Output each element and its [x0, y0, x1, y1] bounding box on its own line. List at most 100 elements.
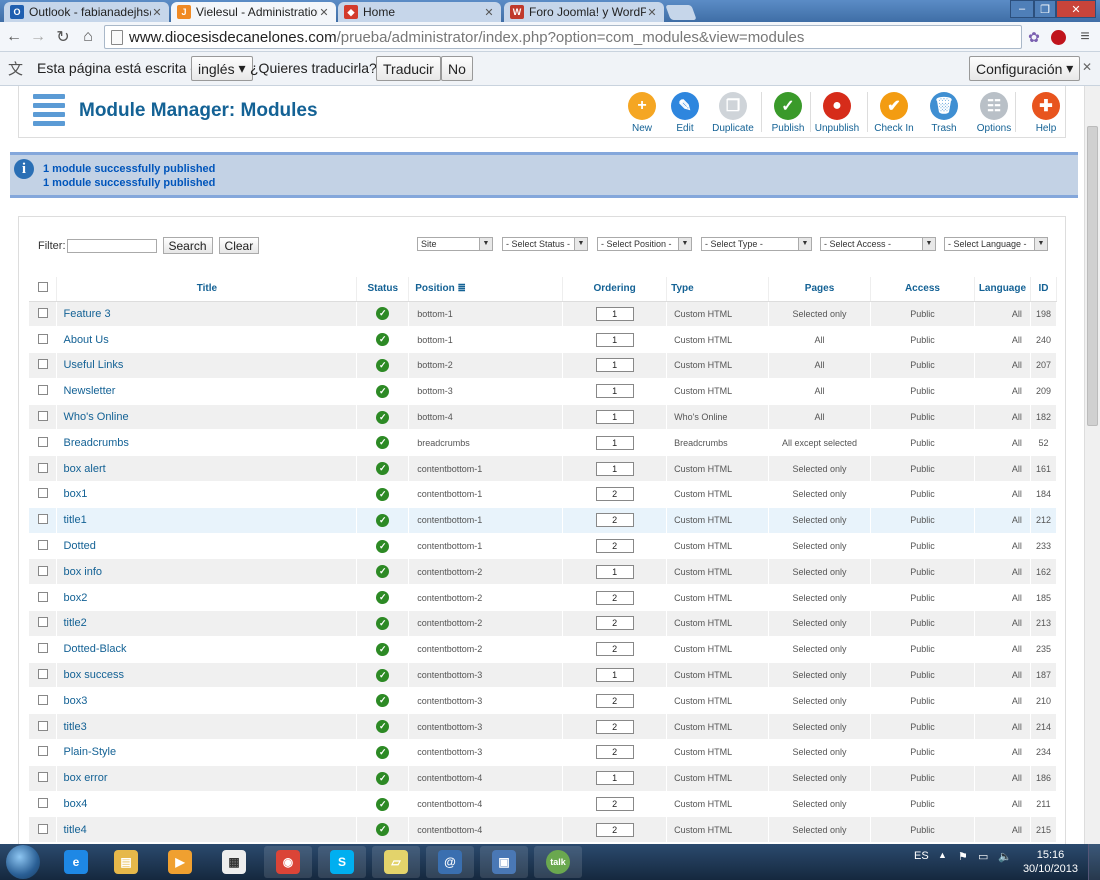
ordering-input[interactable]: 1: [595, 384, 634, 399]
module-title-link[interactable]: box alert: [56, 455, 358, 483]
status-cell[interactable]: ✓: [356, 687, 410, 715]
system-clock[interactable]: 15:16 30/10/2013: [1023, 848, 1078, 876]
network-icon[interactable]: ▭: [978, 850, 988, 863]
module-title-link[interactable]: About Us: [56, 326, 358, 354]
ordering-input[interactable]: 1: [595, 461, 634, 476]
status-cell[interactable]: ✓: [356, 662, 410, 689]
position-column-header[interactable]: Position ≣: [408, 277, 564, 302]
opera-extension-icon[interactable]: [1048, 27, 1068, 47]
forward-icon[interactable]: →: [28, 27, 48, 47]
browser-tab[interactable]: O Outlook - fabianadejhs@ ✕: [4, 2, 169, 22]
row-checkbox-cell[interactable]: [29, 636, 58, 663]
browser-tab[interactable]: J Vielesul - Administration ✕: [171, 2, 336, 22]
status-cell[interactable]: ✓: [356, 326, 410, 354]
row-checkbox[interactable]: [37, 694, 48, 705]
client-select[interactable]: Site ▼: [417, 237, 493, 251]
row-checkbox[interactable]: [37, 359, 48, 370]
status-cell[interactable]: ✓: [356, 816, 410, 844]
published-check-icon[interactable]: ✓: [376, 694, 390, 708]
language-select[interactable]: inglés ▾: [191, 56, 253, 81]
published-check-icon[interactable]: ✓: [376, 539, 390, 553]
row-checkbox[interactable]: [37, 643, 48, 654]
status-cell[interactable]: ✓: [356, 352, 410, 379]
home-icon[interactable]: ⌂: [78, 27, 98, 47]
published-check-icon[interactable]: ✓: [376, 333, 390, 347]
extension-icon[interactable]: ✿: [1024, 27, 1044, 47]
status-column-header[interactable]: Status: [356, 277, 410, 302]
row-checkbox-cell[interactable]: [29, 610, 58, 637]
search-button[interactable]: Search: [162, 237, 213, 254]
checkin-button[interactable]: ✔ Check In: [869, 92, 919, 136]
published-check-icon[interactable]: ✓: [376, 720, 390, 734]
table-row[interactable]: Dotted ✓ contentbottom-1 2 Custom HTML S…: [29, 533, 1058, 560]
module-title-link[interactable]: box success: [56, 662, 358, 689]
row-checkbox[interactable]: [37, 436, 48, 447]
row-checkbox[interactable]: [37, 798, 48, 809]
row-checkbox-cell[interactable]: [29, 429, 58, 457]
type-select[interactable]: - Select Type - ▼: [701, 237, 812, 251]
vertical-scrollbar[interactable]: [1084, 86, 1100, 844]
tab-close-icon[interactable]: ✕: [646, 6, 658, 19]
status-cell[interactable]: ✓: [356, 610, 410, 637]
tab-close-icon[interactable]: ✕: [151, 6, 163, 19]
volume-icon[interactable]: 🔈: [998, 850, 1012, 863]
row-checkbox-cell[interactable]: [29, 713, 58, 741]
position-select[interactable]: - Select Position - ▼: [597, 237, 692, 251]
trash-button[interactable]: 🗑 Trash: [919, 92, 969, 136]
duplicate-button[interactable]: ❐ Duplicate: [708, 92, 758, 136]
translate-button[interactable]: Traducir: [376, 56, 441, 81]
table-row[interactable]: Breadcrumbs ✓ breadcrumbs 1 Breadcrumbs …: [29, 429, 1058, 457]
tab-close-icon[interactable]: ✕: [483, 6, 495, 19]
check-all-header[interactable]: [29, 277, 58, 302]
status-cell[interactable]: ✓: [356, 713, 410, 741]
published-check-icon[interactable]: ✓: [376, 410, 390, 424]
table-row[interactable]: Dotted-Black ✓ contentbottom-2 2 Custom …: [29, 636, 1058, 663]
row-checkbox[interactable]: [37, 565, 48, 576]
module-title-link[interactable]: Useful Links: [56, 352, 358, 379]
start-button[interactable]: [6, 845, 40, 879]
row-checkbox-cell[interactable]: [29, 765, 58, 792]
published-check-icon[interactable]: ✓: [376, 565, 390, 579]
status-cell[interactable]: ✓: [356, 584, 410, 612]
row-checkbox-cell[interactable]: [29, 558, 58, 586]
language-select[interactable]: - Select Language - ▼: [944, 237, 1048, 251]
row-checkbox-cell[interactable]: [29, 301, 58, 328]
published-check-icon[interactable]: ✓: [376, 668, 390, 682]
row-checkbox-cell[interactable]: [29, 687, 58, 715]
unpublish-button[interactable]: ● Unpublish: [812, 92, 862, 136]
type-column-header[interactable]: Type: [666, 277, 770, 302]
no-translate-button[interactable]: No: [441, 56, 473, 81]
taskbar-skype[interactable]: S: [318, 846, 366, 878]
row-checkbox-cell[interactable]: [29, 816, 58, 844]
status-cell[interactable]: ✓: [356, 739, 410, 766]
ordering-input[interactable]: 1: [595, 306, 634, 321]
taskbar-media-player[interactable]: ▶: [156, 846, 204, 878]
ordering-input[interactable]: 2: [595, 513, 634, 528]
row-checkbox-cell[interactable]: [29, 533, 58, 560]
scrollbar-thumb[interactable]: [1087, 126, 1098, 426]
module-title-link[interactable]: Plain-Style: [56, 739, 358, 766]
row-checkbox[interactable]: [37, 307, 48, 318]
browser-tab[interactable]: ◆ Home ✕: [338, 2, 501, 22]
taskbar-sticky-notes[interactable]: ▱: [372, 846, 420, 878]
row-checkbox[interactable]: [37, 823, 48, 834]
action-center-icon[interactable]: ⚑: [958, 850, 968, 863]
reload-icon[interactable]: ↻: [53, 27, 73, 47]
ordering-input[interactable]: 1: [595, 435, 634, 450]
published-check-icon[interactable]: ✓: [376, 642, 390, 656]
input-language[interactable]: ES: [914, 850, 929, 862]
ordering-input[interactable]: 1: [595, 332, 634, 347]
table-row[interactable]: box4 ✓ contentbottom-4 2 Custom HTML Sel…: [29, 791, 1058, 818]
status-cell[interactable]: ✓: [356, 455, 410, 483]
row-checkbox[interactable]: [37, 514, 48, 525]
table-row[interactable]: box success ✓ contentbottom-3 1 Custom H…: [29, 662, 1058, 689]
row-checkbox-cell[interactable]: [29, 404, 58, 431]
access-select[interactable]: - Select Access - ▼: [820, 237, 936, 251]
table-row[interactable]: box2 ✓ contentbottom-2 2 Custom HTML Sel…: [29, 584, 1058, 612]
table-row[interactable]: box alert ✓ contentbottom-1 1 Custom HTM…: [29, 455, 1058, 483]
taskbar-calculator[interactable]: ▦: [210, 846, 258, 878]
table-row[interactable]: box3 ✓ contentbottom-3 2 Custom HTML Sel…: [29, 687, 1058, 715]
module-title-link[interactable]: title2: [56, 610, 358, 637]
ordering-input[interactable]: 2: [595, 797, 634, 812]
published-check-icon[interactable]: ✓: [376, 771, 390, 785]
